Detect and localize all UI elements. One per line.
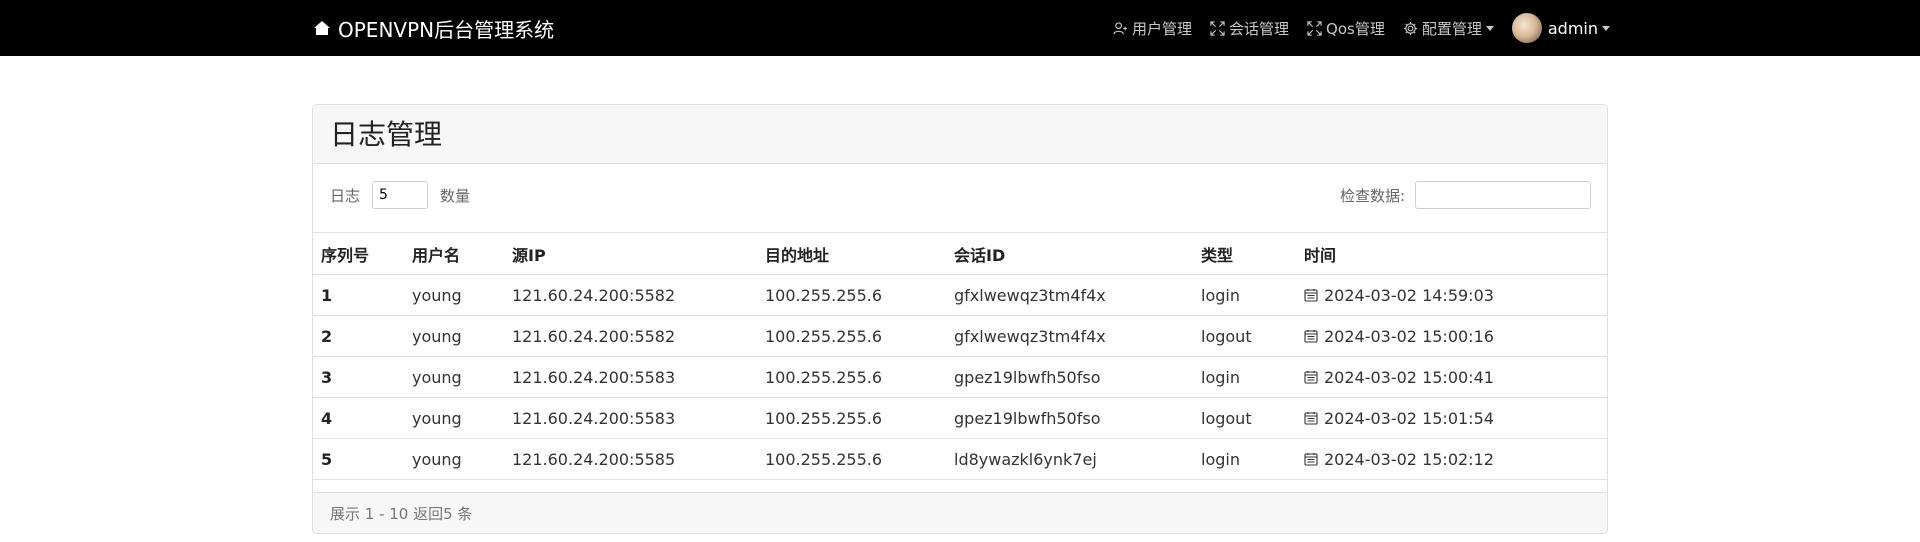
cell-source-ip: 121.60.24.200:5583 xyxy=(504,356,757,398)
nav-config-management[interactable]: 配置管理 xyxy=(1403,18,1494,39)
search-control: 检查数据: xyxy=(1340,181,1591,209)
cell-destination: 100.255.255.6 xyxy=(757,274,946,316)
cell-source-ip: 121.60.24.200:5583 xyxy=(504,397,757,439)
cell-source-ip: 121.60.24.200:5582 xyxy=(504,274,757,316)
cell-session-id: gfxlwewqz3tm4f4x xyxy=(946,315,1193,357)
chevron-down-icon xyxy=(1602,25,1610,31)
cell-user: young xyxy=(404,356,504,398)
nav-qos-management[interactable]: Qos管理 xyxy=(1307,18,1385,39)
cell-source-ip: 121.60.24.200:5582 xyxy=(504,315,757,357)
cell-id: 3 xyxy=(313,356,404,398)
cell-user: young xyxy=(404,315,504,357)
column-header[interactable]: 会话ID xyxy=(946,233,1193,275)
column-header[interactable]: 目的地址 xyxy=(757,233,946,275)
cell-user: young xyxy=(404,438,504,480)
username: admin xyxy=(1547,18,1598,38)
length-suffix-label: 数量 xyxy=(440,186,471,205)
pagination-info: 展示 1 - 10 返回5 条 xyxy=(330,505,473,523)
cell-destination: 100.255.255.6 xyxy=(757,397,946,439)
cell-id: 2 xyxy=(313,315,404,357)
calendar-icon xyxy=(1304,453,1318,466)
nav-label: Qos管理 xyxy=(1326,19,1385,38)
brand-title: OPENVPN后台管理系统 xyxy=(338,17,555,42)
time-value: 2024-03-02 15:01:54 xyxy=(1324,408,1494,428)
cell-type: logout xyxy=(1193,397,1296,439)
cell-type: login xyxy=(1193,356,1296,398)
nav-label: 会话管理 xyxy=(1229,19,1290,38)
table-row: 1 young 121.60.24.200:5582 100.255.255.6… xyxy=(313,274,1607,316)
cell-user: young xyxy=(404,397,504,439)
cell-session-id: gpez19lbwfh50fso xyxy=(946,356,1193,398)
time-value: 2024-03-02 14:59:03 xyxy=(1324,285,1494,305)
cell-destination: 100.255.255.6 xyxy=(757,356,946,398)
nav-label: 用户管理 xyxy=(1132,19,1193,38)
cell-time: 2024-03-02 15:01:54 xyxy=(1296,397,1607,439)
expand-icon xyxy=(1307,20,1322,36)
search-label: 检查数据: xyxy=(1339,186,1405,205)
column-header[interactable]: 源IP xyxy=(504,233,757,275)
nav-user-management[interactable]: 用户管理 xyxy=(1113,18,1192,39)
cell-destination: 100.255.255.6 xyxy=(757,315,946,357)
cell-user: young xyxy=(404,274,504,316)
card-footer: 展示 1 - 10 返回5 条 xyxy=(313,492,1607,533)
table-row: 5 young 121.60.24.200:5585 100.255.255.6… xyxy=(313,438,1607,480)
home-icon xyxy=(314,21,330,35)
calendar-icon xyxy=(1304,289,1318,302)
cell-session-id: gfxlwewqz3tm4f4x xyxy=(946,274,1193,316)
time-value: 2024-03-02 15:00:41 xyxy=(1324,367,1494,387)
column-header[interactable]: 类型 xyxy=(1193,233,1296,275)
table-row: 3 young 121.60.24.200:5583 100.255.255.6… xyxy=(313,356,1607,398)
calendar-icon xyxy=(1304,412,1318,425)
cell-session-id: gpez19lbwfh50fso xyxy=(946,397,1193,439)
user-menu[interactable]: admin xyxy=(1511,13,1610,43)
nav-menu: 用户管理 会话管理 Qos管理 配置管理 admin xyxy=(1095,0,1610,56)
table-row: 4 young 121.60.24.200:5583 100.255.255.6… xyxy=(313,397,1607,439)
cell-id: 5 xyxy=(313,438,404,480)
cell-time: 2024-03-02 15:02:12 xyxy=(1296,438,1607,480)
page-title: 日志管理 xyxy=(330,118,443,151)
cell-destination: 100.255.255.6 xyxy=(757,438,946,480)
table-row: 2 young 121.60.24.200:5582 100.255.255.6… xyxy=(313,315,1607,357)
column-header[interactable]: 用户名 xyxy=(404,233,504,275)
avatar xyxy=(1511,13,1542,43)
time-value: 2024-03-02 15:02:12 xyxy=(1324,449,1494,469)
nav-session-management[interactable]: 会话管理 xyxy=(1210,18,1289,39)
calendar-icon xyxy=(1304,330,1318,343)
search-input[interactable] xyxy=(1415,181,1591,209)
navbar: OPENVPN后台管理系统 用户管理 会话管理 Qos管理 配置管理 admin xyxy=(0,0,1920,56)
log-table: 序列号 用户名 源IP 目的地址 会话ID 类型 时间 1 young 121.… xyxy=(313,233,1607,480)
gear-icon xyxy=(1403,21,1417,35)
cell-id: 4 xyxy=(313,397,404,439)
cell-session-id: ld8ywazkl6ynk7ej xyxy=(946,438,1193,480)
card-header: 日志管理 xyxy=(313,105,1607,164)
cell-source-ip: 121.60.24.200:5585 xyxy=(504,438,757,480)
table-toolbar: 日志 数量 检查数据: xyxy=(313,164,1607,233)
table-header-row: 序列号 用户名 源IP 目的地址 会话ID 类型 时间 xyxy=(313,233,1607,275)
column-header[interactable]: 时间 xyxy=(1296,233,1607,275)
cell-type: logout xyxy=(1193,315,1296,357)
cell-type: login xyxy=(1193,438,1296,480)
page-length-control: 日志 数量 xyxy=(330,181,470,209)
brand-link[interactable]: OPENVPN后台管理系统 xyxy=(312,14,554,42)
log-card: 日志管理 日志 数量 检查数据: 序列号 用户名 源IP 目的地址 会话ID 类… xyxy=(312,104,1608,534)
nav-label: 配置管理 xyxy=(1421,19,1482,38)
user-add-icon xyxy=(1113,21,1128,34)
length-prefix-label: 日志 xyxy=(330,186,361,205)
cell-id: 1 xyxy=(313,274,404,316)
expand-icon xyxy=(1210,20,1225,36)
cell-time: 2024-03-02 15:00:16 xyxy=(1296,315,1607,357)
cell-time: 2024-03-02 15:00:41 xyxy=(1296,356,1607,398)
calendar-icon xyxy=(1304,371,1318,384)
page-length-input[interactable] xyxy=(372,181,429,209)
cell-type: login xyxy=(1193,274,1296,316)
chevron-down-icon xyxy=(1485,25,1494,31)
time-value: 2024-03-02 15:00:16 xyxy=(1324,326,1494,346)
cell-time: 2024-03-02 14:59:03 xyxy=(1296,274,1607,316)
column-header[interactable]: 序列号 xyxy=(313,233,404,275)
